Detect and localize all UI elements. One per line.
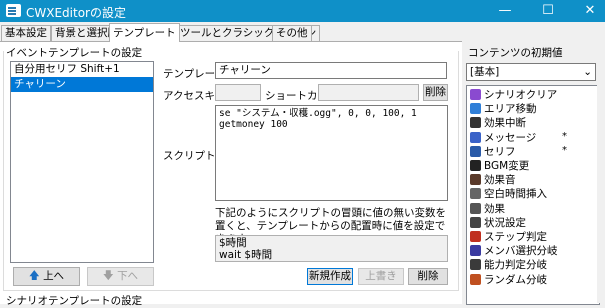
content-item[interactable]: 効果 (466, 202, 588, 216)
content-item-label: ランダム分岐 (484, 273, 547, 286)
content-item[interactable]: メッセージ (466, 131, 588, 145)
accesskey-input[interactable] (215, 84, 261, 101)
script-textarea[interactable]: se "システム・収穫.ogg", 0, 0, 100, 1 getmoney … (215, 105, 448, 201)
content-item-label: 効果音 (484, 174, 516, 187)
default-marker: * (562, 130, 567, 142)
scenario-template-group-title: シナリオテンプレートの設定 (6, 295, 143, 307)
content-item-label: メッセージ (484, 131, 537, 144)
new-template-button[interactable]: 新規作成 (307, 268, 353, 285)
down-arrow-icon: 🡇 (102, 270, 114, 282)
list-item[interactable]: 自分用セリフ Shift+1 (11, 62, 153, 77)
sound-effect-icon (470, 174, 481, 186)
content-item-label: 状況設定 (484, 216, 526, 229)
content-item[interactable]: エリア移動 (466, 102, 588, 116)
content-item[interactable]: シナリオクリア (466, 88, 588, 102)
message-icon (470, 131, 481, 143)
content-item-label: 空白時間挿入 (484, 188, 547, 201)
tab-templates[interactable]: テンプレート (109, 23, 180, 42)
area-move-icon (470, 103, 481, 115)
chevron-down-icon: ⌄ (583, 66, 592, 78)
content-item-label: 効果中断 (484, 117, 526, 130)
effect-break-icon (470, 117, 481, 129)
move-down-button[interactable]: 🡇 下へ (87, 267, 154, 286)
content-preset-value: [基本] (470, 66, 500, 78)
script-line: getmoney 100 (219, 119, 288, 130)
content-item[interactable]: 状況設定 (466, 216, 588, 230)
minimize-button[interactable]: — (490, 0, 520, 22)
tab-basic[interactable]: 基本設定 (1, 25, 51, 41)
overwrite-button[interactable]: 上書き (358, 268, 404, 285)
delete-template-button[interactable]: 削除 (408, 268, 448, 285)
content-item[interactable]: 能力判定分岐 (466, 258, 588, 272)
content-panel-title: コンテンツの初期値 (468, 47, 563, 59)
tab-other[interactable]: その他 (272, 25, 312, 41)
list-item-selected[interactable]: チャリーン (11, 77, 153, 92)
content-item[interactable]: BGM変更 (466, 159, 588, 173)
content-item-label: メンバ選択分岐 (484, 245, 558, 258)
content-item[interactable]: 効果中断 (466, 116, 588, 130)
app-icon (6, 4, 21, 17)
content-item[interactable]: ステップ判定 (466, 230, 588, 244)
up-arrow-icon: 🡅 (28, 270, 40, 282)
example-line: $時間 (219, 237, 247, 249)
content-item[interactable]: セリフ (466, 145, 588, 159)
content-item-label: 効果 (484, 202, 505, 215)
content-item-label: ステップ判定 (484, 231, 547, 243)
title-bar: CWXEditorの設定 — ☐ ✕ (0, 0, 605, 22)
close-button[interactable]: ✕ (575, 0, 605, 22)
wait-icon (470, 188, 481, 200)
maximize-button[interactable]: ☐ (533, 0, 563, 22)
speech-icon (470, 145, 481, 157)
script-label: スクリプト (163, 150, 216, 162)
ability-branch-icon (470, 259, 481, 271)
content-item-label: BGM変更 (484, 160, 530, 172)
bgm-icon (470, 160, 481, 171)
content-preset-dropdown[interactable]: [基本] ⌄ (466, 63, 596, 81)
shortcut-input[interactable] (318, 84, 419, 101)
content-item[interactable]: ランダム分岐 (466, 273, 588, 287)
status-set-icon (470, 216, 481, 228)
content-item[interactable]: 効果音 (466, 173, 588, 187)
scenario-clear-icon (470, 89, 481, 100)
effect-icon (470, 202, 481, 214)
example-script: $時間 wait $時間 (215, 235, 448, 262)
template-name-input[interactable]: チャリーン (215, 62, 447, 79)
content-item-label: シナリオクリア (484, 89, 558, 101)
content-items: シナリオクリア エリア移動 効果中断 メッセージ * セリフ * BGM変更効果音 空白時間挿入… (466, 85, 598, 303)
content-item-label: セリフ (484, 145, 516, 158)
example-line: wait $時間 (219, 249, 273, 261)
content-item-label: エリア移動 (484, 103, 537, 116)
content-item[interactable]: 空白時間挿入 (466, 187, 588, 201)
member-branch-icon (470, 245, 481, 257)
random-branch-icon (470, 273, 481, 285)
window-title: CWXEditorの設定 (26, 6, 126, 20)
content-item[interactable]: メンバ選択分岐 (466, 244, 588, 258)
move-up-button[interactable]: 🡅 上へ (13, 267, 80, 286)
script-line: se "システム・収穫.ogg", 0, 0, 100, 1 (219, 108, 417, 119)
delete-shortcut-button[interactable]: 削除 (423, 84, 448, 101)
scrollbar[interactable] (597, 85, 605, 303)
default-marker: * (562, 144, 567, 156)
content-item-label: 能力判定分岐 (484, 259, 547, 272)
event-template-list[interactable]: 自分用セリフ Shift+1 チャリーン (10, 61, 154, 263)
step-branch-icon (470, 231, 481, 242)
